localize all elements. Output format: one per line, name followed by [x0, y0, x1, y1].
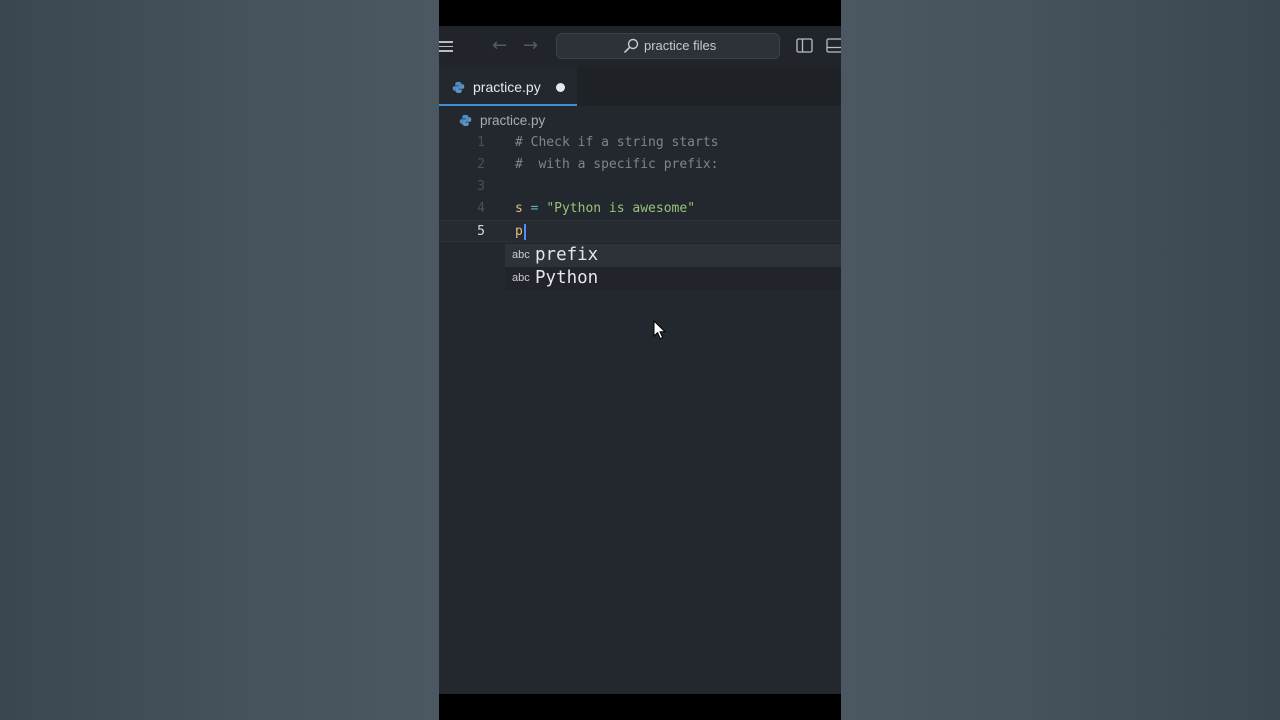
text-suggestion-icon: abc: [512, 249, 530, 261]
code-line-4[interactable]: 4 s = "Python is awesome": [439, 198, 841, 220]
code-operator: =: [522, 201, 547, 216]
search-icon: [624, 38, 639, 53]
suggestion-item[interactable]: abc Python: [505, 267, 841, 290]
title-bar: ← → practice files: [439, 26, 841, 68]
menu-icon[interactable]: [439, 41, 453, 52]
line-number: 1: [477, 135, 485, 150]
bottom-letterbox: [439, 694, 841, 720]
code-string: "Python is awesome": [546, 201, 696, 216]
toggle-sidebar-icon[interactable]: [796, 38, 813, 53]
line-number: 2: [477, 157, 485, 172]
code-line-3[interactable]: 3: [439, 176, 841, 198]
mouse-pointer-icon: [653, 320, 667, 340]
line-number-active: 5: [477, 224, 485, 239]
python-file-icon: [459, 114, 472, 127]
forward-arrow-icon[interactable]: →: [523, 36, 538, 56]
typed-text: p: [515, 224, 523, 239]
code-assignment: s = "Python is awesome": [515, 198, 695, 220]
suggestion-item[interactable]: abc prefix: [505, 244, 841, 267]
command-center-search[interactable]: practice files: [556, 33, 780, 59]
toggle-panel-icon[interactable]: [826, 38, 841, 53]
code-comment: # Check if a string starts: [515, 135, 719, 150]
search-placeholder: practice files: [644, 38, 717, 53]
screen-area: ← → practice files practice.py practice.…: [439, 0, 841, 720]
tab-bar: practice.py: [439, 68, 841, 106]
breadcrumb: practice.py: [439, 110, 841, 132]
back-arrow-icon[interactable]: ←: [492, 36, 507, 56]
top-letterbox: [439, 0, 841, 26]
code-line-1[interactable]: 1 # Check if a string starts: [439, 132, 841, 154]
line-number: 3: [477, 179, 485, 194]
suggestion-label: prefix: [535, 245, 599, 265]
code-line-5-current[interactable]: 5 p: [439, 220, 841, 242]
line-number: 4: [477, 201, 485, 216]
unsaved-changes-dot[interactable]: [556, 83, 565, 92]
code-line-2[interactable]: 2 # with a specific prefix:: [439, 154, 841, 176]
code-typing: p: [515, 221, 526, 243]
text-suggestion-icon: abc: [512, 272, 530, 284]
autocomplete-widget[interactable]: abc prefix abc Python: [505, 244, 841, 290]
breadcrumb-file[interactable]: practice.py: [480, 113, 545, 128]
text-cursor: [523, 223, 526, 240]
tab-practice-py[interactable]: practice.py: [439, 68, 577, 106]
suggestion-label: Python: [535, 268, 599, 288]
code-comment: # with a specific prefix:: [515, 157, 719, 172]
tab-label: practice.py: [473, 79, 541, 95]
code-variable: s: [515, 201, 523, 216]
python-file-icon: [452, 81, 465, 94]
